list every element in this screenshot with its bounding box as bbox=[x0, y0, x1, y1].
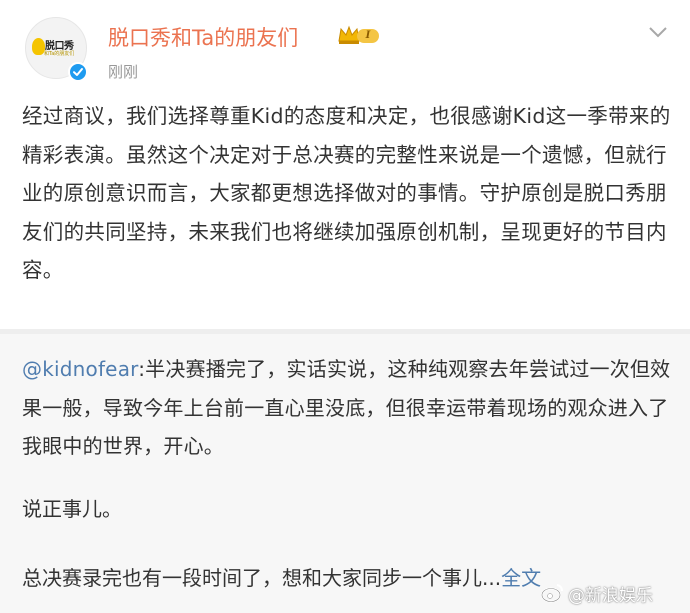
repost-paragraph-2: 说正事儿。 bbox=[22, 497, 122, 521]
chevron-down-icon bbox=[649, 27, 667, 38]
username[interactable]: 脱口秀和Ta的朋友们 bbox=[108, 22, 298, 52]
vip-badge[interactable]: I bbox=[337, 24, 381, 46]
post-timestamp: 刚刚 bbox=[108, 63, 139, 81]
avatar-logo-subtext: 和Ta的朋友们 bbox=[44, 51, 75, 57]
verified-icon bbox=[68, 62, 88, 82]
repost-text-3: 总决赛录完也有一段时间了，想和大家同步一个事儿... bbox=[22, 566, 502, 590]
repost-paragraph-1: @kidnofear:半决赛播完了，实话实说，这种纯观察去年尝试过一次但效果一般… bbox=[22, 350, 672, 466]
more-options-button[interactable] bbox=[645, 22, 671, 42]
post-body: 经过商议，我们选择尊重Kid的态度和决定，也很感谢Kid这一季带来的精彩表演。虽… bbox=[22, 104, 671, 282]
vip-level: I bbox=[357, 29, 379, 43]
post-header: 脱口秀 和Ta的朋友们 脱口秀和Ta的朋友们 I 刚刚 bbox=[0, 0, 690, 95]
repost-paragraph-3: 总决赛录完也有一段时间了，想和大家同步一个事儿...全文 bbox=[22, 559, 541, 598]
weibo-icon bbox=[541, 584, 563, 603]
mention-link[interactable]: @kidnofear bbox=[22, 357, 138, 381]
avatar-logo: 脱口秀 和Ta的朋友们 bbox=[32, 37, 82, 61]
full-text-link[interactable]: 全文 bbox=[501, 566, 541, 590]
watermark-text: @新浪娱乐 bbox=[568, 586, 653, 606]
